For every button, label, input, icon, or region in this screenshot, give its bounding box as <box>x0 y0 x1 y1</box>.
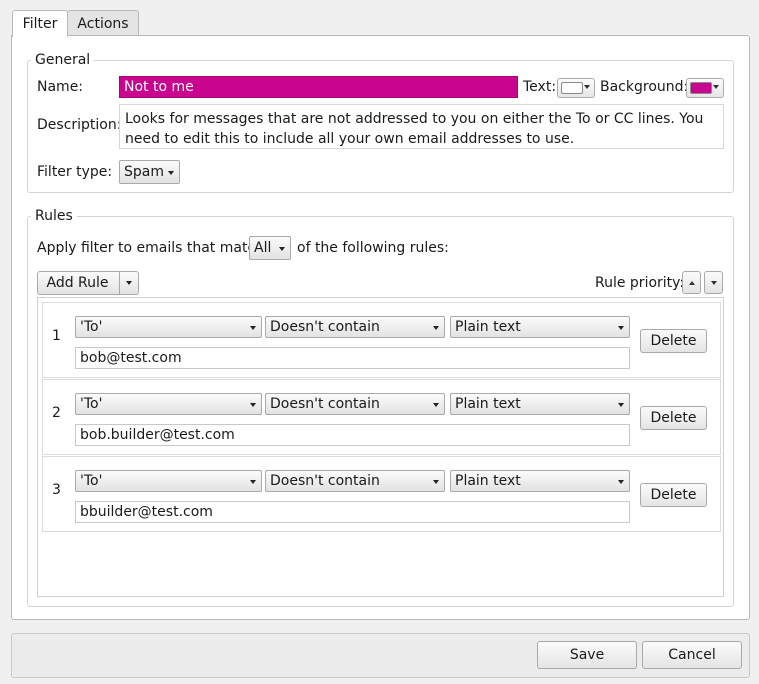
rule-operator-value: Doesn't contain <box>270 319 380 335</box>
chevron-down-icon <box>618 326 624 330</box>
rule-field-dropdown[interactable]: 'To' <box>75 316 262 338</box>
delete-rule-button[interactable]: Delete <box>640 483 707 507</box>
delete-rule-label: Delete <box>650 333 697 349</box>
rule-value-input[interactable]: bob@test.com <box>75 347 630 369</box>
dialog-footer <box>11 633 750 678</box>
chevron-down-icon <box>279 247 285 251</box>
filter-type-value: Spam <box>124 164 164 180</box>
background-color-dropdown[interactable] <box>686 78 724 98</box>
chevron-down-icon <box>168 171 174 175</box>
chevron-down-icon <box>250 326 256 330</box>
chevron-down-icon <box>584 85 590 89</box>
tab-actions-label: Actions <box>77 15 129 32</box>
chevron-down-icon <box>126 281 132 285</box>
arrow-up-icon <box>688 280 695 285</box>
rule-field-value: 'To' <box>80 319 103 335</box>
match-dropdown[interactable]: All <box>249 236 291 260</box>
rule-mode-value: Plain text <box>455 473 521 489</box>
rule-row: 3 'To' Doesn't contain Plain text Delete… <box>42 456 721 532</box>
chevron-down-icon <box>250 403 256 407</box>
save-button[interactable]: Save <box>537 641 637 669</box>
rule-field-value: 'To' <box>80 473 103 489</box>
delete-rule-button[interactable]: Delete <box>640 406 707 430</box>
text-color-dropdown[interactable] <box>557 78 595 98</box>
rule-field-dropdown[interactable]: 'To' <box>75 393 262 415</box>
chevron-down-icon <box>433 326 439 330</box>
chevron-down-icon <box>618 403 624 407</box>
save-label: Save <box>569 647 605 663</box>
name-label: Name: <box>37 79 84 95</box>
add-rule-label: Add Rule <box>46 275 109 291</box>
priority-up-button[interactable] <box>682 271 701 294</box>
chevron-down-icon <box>713 85 719 89</box>
chevron-down-icon <box>433 403 439 407</box>
rule-value-input[interactable]: bbuilder@test.com <box>75 501 630 523</box>
rule-operator-dropdown[interactable]: Doesn't contain <box>265 393 445 415</box>
rule-priority-label: Rule priority: <box>595 275 685 291</box>
arrow-down-icon <box>710 280 717 285</box>
rule-row: 2 'To' Doesn't contain Plain text Delete… <box>42 379 721 455</box>
general-legend: General <box>35 52 91 68</box>
rule-number: 2 <box>52 405 61 421</box>
name-input[interactable]: Not to me <box>119 76 518 98</box>
rule-field-value: 'To' <box>80 396 103 412</box>
rule-mode-dropdown[interactable]: Plain text <box>450 393 630 415</box>
rule-operator-value: Doesn't contain <box>270 396 380 412</box>
delete-rule-button[interactable]: Delete <box>640 329 707 353</box>
rule-number: 3 <box>52 482 61 498</box>
add-rule-menu[interactable] <box>119 272 138 294</box>
add-rule-button[interactable]: Add Rule <box>37 271 139 295</box>
tab-actions[interactable]: Actions <box>67 10 139 36</box>
chevron-down-icon <box>433 480 439 484</box>
chevron-down-icon <box>618 480 624 484</box>
rule-mode-dropdown[interactable]: Plain text <box>450 316 630 338</box>
rule-value-input[interactable]: bob.builder@test.com <box>75 424 630 446</box>
background-label: Background: <box>600 79 689 95</box>
tab-filter-label: Filter <box>22 16 58 32</box>
text-color-swatch <box>561 82 583 94</box>
apply-prefix: Apply filter to emails that match <box>37 240 265 256</box>
priority-down-button[interactable] <box>704 271 723 294</box>
rules-legend: Rules <box>35 208 73 224</box>
rule-field-dropdown[interactable]: 'To' <box>75 470 262 492</box>
rule-mode-value: Plain text <box>455 319 521 335</box>
rule-mode-dropdown[interactable]: Plain text <box>450 470 630 492</box>
delete-rule-label: Delete <box>650 487 697 503</box>
cancel-button[interactable]: Cancel <box>642 641 742 669</box>
delete-rule-label: Delete <box>650 410 697 426</box>
rule-row: 1 'To' Doesn't contain Plain text Delete… <box>42 302 721 378</box>
tab-filter[interactable]: Filter <box>12 10 68 37</box>
apply-suffix: of the following rules: <box>297 240 449 256</box>
rules-list: 1 'To' Doesn't contain Plain text Delete… <box>37 297 724 597</box>
cancel-label: Cancel <box>668 647 716 663</box>
rule-operator-dropdown[interactable]: Doesn't contain <box>265 470 445 492</box>
filter-type-dropdown[interactable]: Spam <box>119 160 180 184</box>
filter-type-label: Filter type: <box>37 164 113 180</box>
text-color-label: Text: <box>523 79 557 95</box>
description-field[interactable]: Looks for messages that are not addresse… <box>119 104 724 149</box>
description-label: Description: <box>37 117 122 133</box>
rule-mode-value: Plain text <box>455 396 521 412</box>
background-color-swatch <box>690 82 712 94</box>
rule-operator-dropdown[interactable]: Doesn't contain <box>265 316 445 338</box>
rule-number: 1 <box>52 328 61 344</box>
chevron-down-icon <box>250 480 256 484</box>
match-value: All <box>254 240 272 256</box>
rule-operator-value: Doesn't contain <box>270 473 380 489</box>
